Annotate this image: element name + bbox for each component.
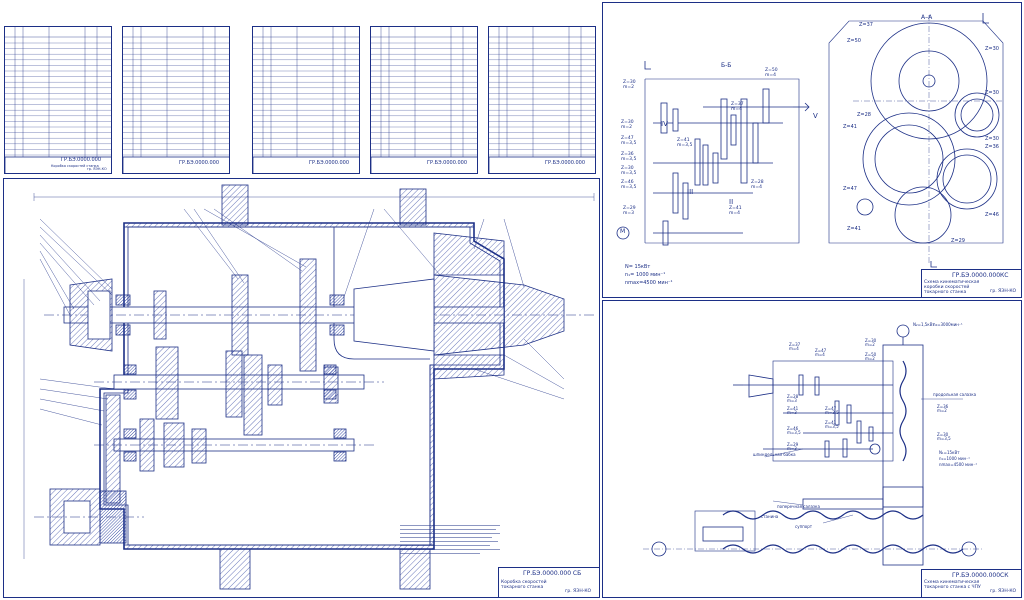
scheme-gear-label: Z=28 m=3 — [787, 394, 799, 403]
scheme-gear-label: Z=37 m=4 — [789, 342, 801, 351]
shaft-label-IV: IV — [661, 120, 668, 128]
shaft-label-III: III — [687, 188, 694, 196]
gear-label: Z=30 m=2 — [621, 120, 634, 130]
headstock-label: шпиндельная бабка — [753, 452, 796, 457]
shaft-label-V: V — [813, 112, 818, 120]
motor-label: M — [620, 228, 626, 235]
aa-gear-label: Z=37 — [859, 22, 873, 28]
aa-gear-label: Z=47 — [843, 186, 857, 192]
scheme-gear-label: Z=41 m=3 — [787, 406, 799, 415]
drawing-group: гр. ЯЭН-КО — [565, 589, 592, 594]
servo-power: N₂=1,5кВт — [913, 322, 935, 327]
scheme-gear-label: Z=30 m=2 — [865, 338, 877, 347]
scheme-gear-label: Z=50 m=2 — [865, 352, 877, 361]
machine-scheme-sheet: продольная салазка поперечная салазка су… — [602, 300, 1022, 598]
drawing-title: Коробка скоростей токарного станка — [501, 580, 547, 590]
gear-label: Z=29 m=3 — [623, 206, 636, 216]
servo-speed: n₂=3000мин⁻¹ — [933, 322, 963, 327]
scheme-gear-label: Z=36 m=2 — [937, 404, 949, 413]
section-bb-label: Б-Б — [721, 62, 732, 69]
aa-gear-label: Z=46 — [985, 212, 999, 218]
title-block: ГР.БЭ.0000.000СК Схема кинематическая то… — [921, 569, 1021, 597]
spec-sheet-2: ГР.БЭ.0000.000 — [122, 26, 230, 174]
frame-label: станина — [761, 514, 779, 519]
cross-slide-label: поперечная салазка — [777, 504, 820, 509]
title-block: ГР.БЭ.0000.000КС Схема кинематическая ко… — [921, 269, 1021, 297]
spec-group: гр. ЯЭН-КО — [87, 167, 107, 171]
scheme-gear-label: Z=47 m=3,5 — [825, 406, 839, 415]
spec-table-lines — [123, 27, 229, 173]
scheme-gear-label: Z=29 m=3 — [787, 442, 799, 451]
aa-gear-label: Z=30 — [985, 136, 999, 142]
spec-sheet-5: ГР.БЭ.0000.000 — [488, 26, 596, 174]
drawing-code: ГР.БЭ.0000.000СК — [952, 572, 1009, 579]
saddle-label: суппорт — [795, 524, 813, 529]
drawing-title: Схема кинематическая коробки скоростей т… — [924, 280, 980, 295]
aa-gear-label: Z=41 — [847, 226, 861, 232]
spec-table-lines — [489, 27, 595, 173]
spec-table-lines — [371, 27, 477, 173]
spec-code: ГР.БЭ.0000.000 — [427, 160, 468, 166]
scheme-gear-label: Z=41 m=3,5 — [825, 420, 839, 429]
drawing-code: ГР.БЭ.0000.000КС — [952, 272, 1009, 279]
title-block: ГР.БЭ.0000.000 СБ Коробка скоростей тока… — [498, 567, 599, 597]
gear-label: Z=41 m=3,5 — [677, 138, 693, 148]
aa-gear-label: Z=41 — [843, 124, 857, 130]
drawing-group: гр. ЯЭН-КО — [990, 289, 1017, 294]
spec-code: ГР.БЭ.0000.000 — [179, 160, 220, 166]
aa-gear-label: Z=30 — [985, 46, 999, 52]
spec-code: ГР.БЭ.0000.000 — [309, 160, 350, 166]
main-motor-speed: n₁=1000 мин⁻¹ — [939, 456, 970, 461]
gear-label: Z=36 m=3,5 — [621, 152, 637, 162]
drawing-title: Схема кинематическая токарного станка с … — [924, 580, 981, 590]
spec-sheet-4: ГР.БЭ.0000.000 — [370, 26, 478, 174]
spec-table-lines — [5, 27, 111, 173]
shaft-label-II: II — [729, 198, 734, 206]
scheme-gear-label: Z=46 m=3,5 — [787, 426, 801, 435]
gear-label: Z=37 m=4 — [731, 102, 744, 112]
motor-max-speed: nmax=4500 мин⁻¹ — [625, 280, 673, 286]
aa-gear-label: Z=29 — [951, 238, 965, 244]
scheme-gear-label: Z=30 m=3,5 — [937, 432, 951, 441]
gearbox-section-view — [23, 184, 595, 590]
drawing-group: гр. ЯЭН-КО — [990, 589, 1017, 594]
scheme-gear-label: Z=47 m=4 — [815, 348, 827, 357]
gearbox-kinematic-diagram — [616, 13, 1004, 268]
spec-code: ГР.БЭ.0000.000 — [545, 160, 586, 166]
aa-gear-label: Z=50 — [847, 38, 861, 44]
bed-label: продольная салазка — [933, 392, 977, 397]
aa-gear-label: Z=36 — [985, 144, 999, 150]
gear-label: Z=30 m=3,5 — [621, 166, 637, 176]
spec-sheet-3: ГР.БЭ.0000.000 — [252, 26, 360, 174]
kinematic-sheet: Б-Б А–А IV III II V M N= 15кВт n₁= 1000 … — [602, 2, 1022, 298]
gear-label: Z=41 m=4 — [729, 206, 742, 216]
spec-sheet-1: ГР.БЭ.0000.000 Коробка скоростей станка … — [4, 26, 112, 174]
gear-label: Z=50 m=4 — [765, 68, 778, 78]
aa-gear-label: Z=28 — [857, 112, 871, 118]
main-motor-spec: N₁=15кВт — [939, 450, 960, 455]
motor-power: N= 15кВт — [625, 264, 651, 270]
motor-speed: n₁= 1000 мин⁻¹ — [625, 272, 666, 278]
main-motor-max: nmax=4500 мин⁻¹ — [939, 462, 977, 467]
gear-label: Z=46 m=3,5 — [621, 180, 637, 190]
aa-gear-label: Z=30 — [985, 90, 999, 96]
gear-label: Z=28 m=4 — [751, 180, 764, 190]
main-assembly-drawing: ГР.БЭ.0000.000 СБ Коробка скоростей тока… — [3, 178, 600, 598]
spec-table-lines — [253, 27, 359, 173]
gear-label: Z=47 m=3,5 — [621, 136, 637, 146]
drawing-code: ГР.БЭ.0000.000 СБ — [523, 570, 582, 577]
spec-code: ГР.БЭ.0000.000 — [61, 157, 102, 163]
section-aa-label: А–А — [921, 14, 933, 21]
gear-label: Z=30 m=2 — [623, 80, 636, 90]
